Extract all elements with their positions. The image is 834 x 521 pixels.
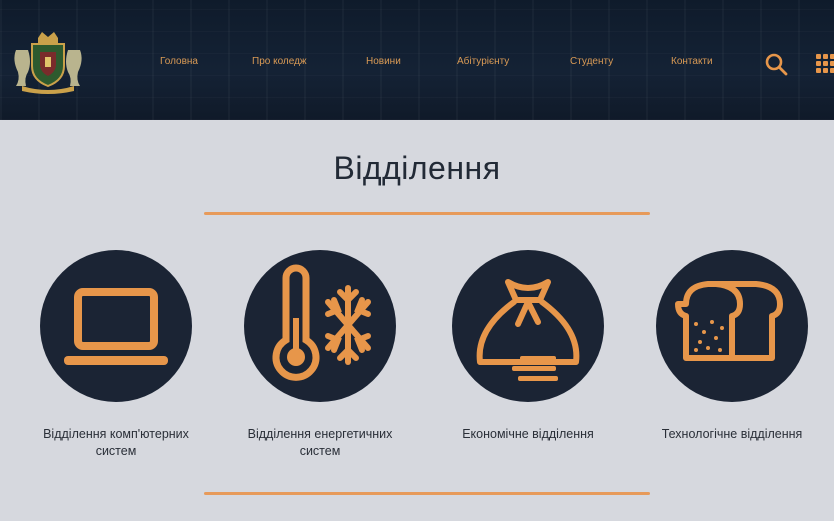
department-technology[interactable]: Технологічне відділення bbox=[632, 250, 832, 443]
department-icon-circle bbox=[244, 250, 396, 402]
department-label: Відділення енергетичних систем bbox=[247, 427, 393, 458]
laptop-icon bbox=[64, 288, 168, 365]
department-icon-circle bbox=[40, 250, 192, 402]
site-header: Головна Про коледж Новини Абітурієнту Ст… bbox=[0, 0, 834, 120]
bread-icon bbox=[675, 281, 783, 361]
nav-contacts[interactable]: Контакти bbox=[671, 56, 713, 67]
department-label: Відділення комп'ютерних систем bbox=[43, 427, 189, 458]
department-icon-circle bbox=[656, 250, 808, 402]
department-economics[interactable]: Економічне відділення bbox=[428, 250, 628, 443]
thermometer-snowflake-icon bbox=[272, 264, 371, 381]
section-bottom-divider bbox=[204, 492, 650, 495]
nav-home[interactable]: Головна bbox=[160, 56, 198, 67]
title-underline bbox=[204, 212, 650, 215]
nav-news[interactable]: Новини bbox=[366, 56, 401, 67]
money-bag-icon bbox=[476, 279, 580, 381]
department-computer-systems[interactable]: Відділення комп'ютерних систем bbox=[16, 250, 216, 460]
department-label: Економічне відділення bbox=[462, 427, 594, 441]
search-icon[interactable] bbox=[764, 52, 788, 76]
nav-applicants[interactable]: Абітурієнту bbox=[457, 56, 509, 67]
department-label: Технологічне відділення bbox=[661, 427, 803, 441]
nav-about-college[interactable]: Про коледж bbox=[252, 56, 307, 67]
main-navigation: Головна Про коледж Новини Абітурієнту Ст… bbox=[150, 56, 740, 74]
department-energy-systems[interactable]: Відділення енергетичних систем bbox=[220, 250, 420, 460]
page-title: Відділення bbox=[333, 150, 501, 186]
nav-students[interactable]: Студенту bbox=[570, 56, 613, 67]
college-logo[interactable] bbox=[10, 30, 86, 94]
department-icon-circle bbox=[452, 250, 604, 402]
grid-menu-icon[interactable] bbox=[816, 52, 834, 76]
